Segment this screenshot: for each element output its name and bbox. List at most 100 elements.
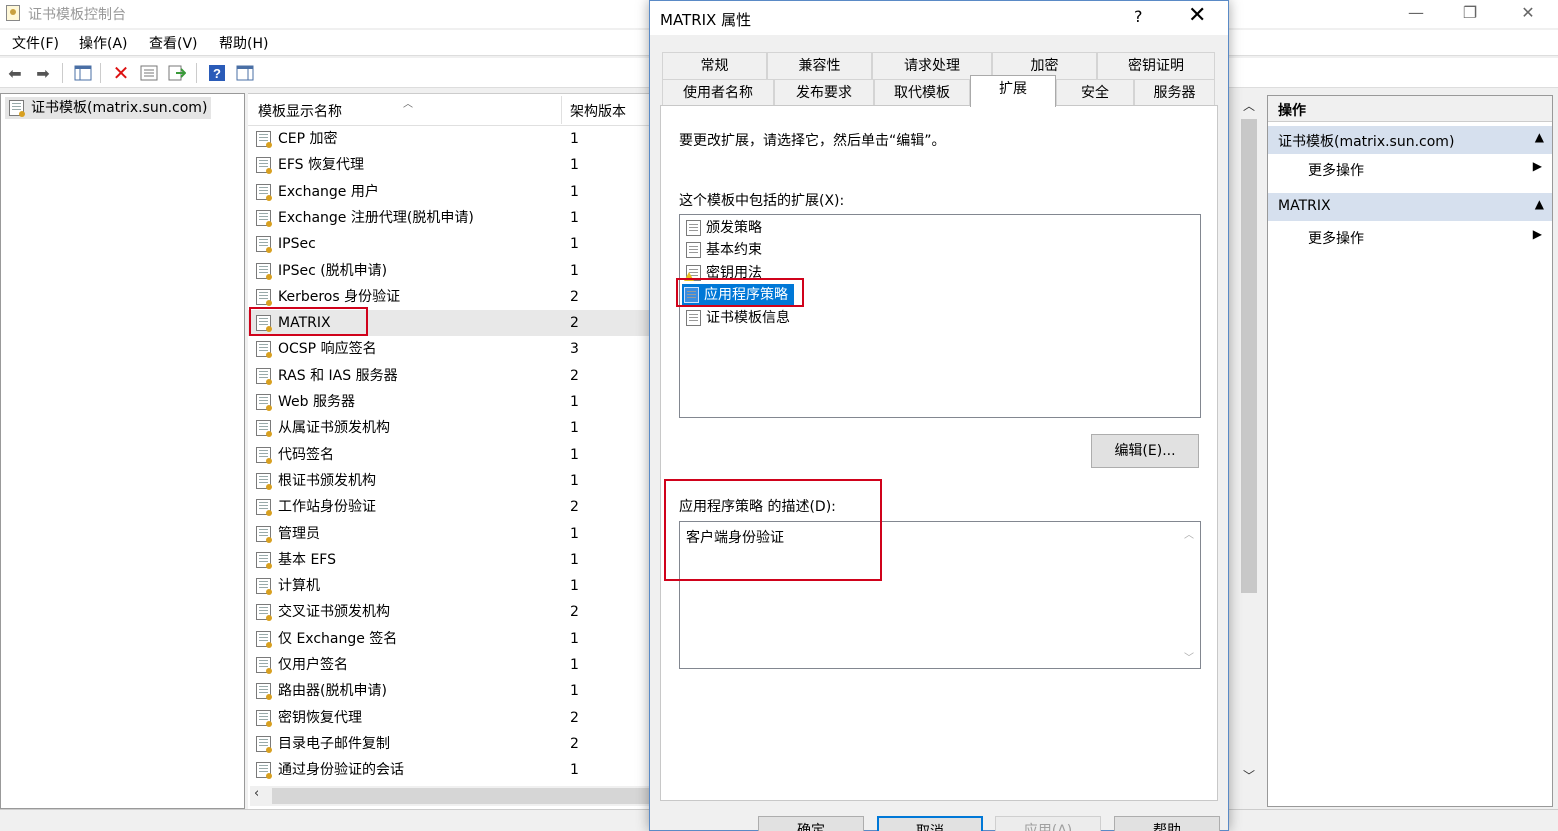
back-arrow-icon[interactable]: ⬅ <box>4 62 26 84</box>
table-row[interactable]: Kerberos 身份验证 2 <box>248 284 650 310</box>
minimize-button[interactable]: — <box>1394 2 1438 26</box>
scrollbar-thumb[interactable] <box>1241 119 1257 593</box>
scroll-up-icon[interactable]: ︿ <box>1243 97 1255 114</box>
horizontal-scrollbar[interactable]: ‹ <box>250 786 650 806</box>
tab-superseded-templates[interactable]: 取代模板 <box>874 79 970 107</box>
toolbar-separator <box>62 63 63 83</box>
column-header-template-name[interactable]: 模板显示名称 <box>258 101 342 121</box>
template-name: 通过身份验证的会话 <box>278 762 404 779</box>
tab-general[interactable]: 常规 <box>662 52 767 80</box>
cancel-button[interactable]: 取消 <box>877 816 983 831</box>
forward-arrow-icon[interactable]: ➡ <box>32 62 54 84</box>
certificate-template-icon <box>256 367 272 385</box>
table-row[interactable]: Web 服务器 1 <box>248 389 650 415</box>
table-row[interactable]: 计算机 1 <box>248 573 650 599</box>
table-row[interactable]: IPSec (脱机申请) 1 <box>248 258 650 284</box>
help-button[interactable]: 帮助 <box>1114 816 1220 831</box>
table-row[interactable]: MATRIX 2 <box>248 310 650 337</box>
properties-icon[interactable] <box>138 62 160 84</box>
show-hide-action-pane-icon[interactable] <box>234 62 256 84</box>
column-header-schema-version[interactable]: 架构版本 <box>570 101 626 121</box>
table-row[interactable]: 工作站身份验证 2 <box>248 494 650 520</box>
vertical-scrollbar[interactable]: ︿ ﹀ <box>1238 95 1260 789</box>
collapse-icon[interactable]: ▲ <box>1535 197 1544 211</box>
show-hide-tree-icon[interactable] <box>72 62 94 84</box>
extension-item-template-information[interactable]: 证书模板信息 <box>684 307 790 329</box>
tab-compatibility[interactable]: 兼容性 <box>767 52 872 80</box>
extension-item-issuance-policies[interactable]: 颁发策略 <box>684 217 762 239</box>
collapse-icon[interactable]: ▲ <box>1535 130 1544 144</box>
actions-section-matrix[interactable]: MATRIX ▲ <box>1268 193 1552 221</box>
table-row[interactable]: CEP 加密 1 <box>248 126 650 152</box>
table-row[interactable]: 基本 EFS 1 <box>248 547 650 573</box>
dialog-help-button[interactable]: ? <box>1134 7 1143 26</box>
template-name: Exchange 用户 <box>278 183 379 200</box>
table-row[interactable]: 仅 Exchange 签名 1 <box>248 626 650 652</box>
table-row[interactable]: OCSP 响应签名 3 <box>248 336 650 362</box>
extensions-listbox[interactable]: 颁发策略 基本约束 密钥用法 应用程序策略 证书模板信息 <box>679 214 1201 418</box>
scroll-down-icon: ﹀ <box>1184 653 1194 664</box>
menu-help[interactable]: 帮助(H) <box>219 33 268 53</box>
tab-security[interactable]: 安全 <box>1056 79 1134 107</box>
sort-ascending-icon: ︿ <box>403 99 413 110</box>
extension-item-basic-constraints[interactable]: 基本约束 <box>684 239 762 261</box>
scrollbar-thumb[interactable] <box>272 788 650 804</box>
table-row[interactable]: 从属证书颁发机构 1 <box>248 415 650 441</box>
dialog-title: MATRIX 属性 <box>660 11 752 29</box>
table-row[interactable]: 路由器(脱机申请) 1 <box>248 678 650 704</box>
menu-view[interactable]: 查看(V) <box>149 33 198 53</box>
tab-issuance-requirements[interactable]: 发布要求 <box>774 79 874 107</box>
certificate-template-icon <box>256 394 272 411</box>
tab-key-attestation[interactable]: 密钥证明 <box>1097 52 1215 80</box>
more-actions-item[interactable]: 更多操作 ▶ <box>1268 224 1552 250</box>
table-row[interactable]: EFS 恢复代理 1 <box>248 152 650 178</box>
table-row[interactable]: 密钥恢复代理 2 <box>248 705 650 731</box>
delete-icon[interactable]: ✕ <box>110 61 132 85</box>
menu-file[interactable]: 文件(F) <box>12 33 59 53</box>
table-row[interactable]: Exchange 注册代理(脱机申请) 1 <box>248 205 650 231</box>
extension-label: 基本约束 <box>706 242 762 258</box>
dialog-close-button[interactable]: ✕ <box>1188 3 1206 28</box>
actions-pane: 操作 证书模板(matrix.sun.com) ▲ 更多操作 ▶ MATRIX … <box>1267 95 1553 807</box>
schema-version: 1 <box>570 131 579 147</box>
column-divider[interactable] <box>561 96 562 124</box>
description-textbox[interactable]: 客户端身份验证 ︿ ﹀ <box>679 521 1201 669</box>
table-row[interactable]: 通过身份验证的会话 1 <box>248 757 650 783</box>
template-name: 路由器(脱机申请) <box>278 683 387 700</box>
extension-item-key-usage[interactable]: 密钥用法 <box>684 262 762 284</box>
tab-server[interactable]: 服务器 <box>1134 79 1215 107</box>
tab-subject-name[interactable]: 使用者名称 <box>662 79 774 107</box>
actions-section-certificate-templates[interactable]: 证书模板(matrix.sun.com) ▲ <box>1268 126 1552 154</box>
table-row[interactable]: 交叉证书颁发机构 2 <box>248 599 650 625</box>
table-row[interactable]: Exchange 用户 1 <box>248 179 650 205</box>
table-row[interactable]: IPSec 1 <box>248 231 650 257</box>
schema-version: 2 <box>570 367 579 384</box>
tree-item-certificate-templates[interactable]: 证书模板(matrix.sun.com) <box>5 97 212 119</box>
table-row[interactable]: 目录电子邮件复制 2 <box>248 731 650 757</box>
extension-label: 颁发策略 <box>706 220 762 236</box>
close-button[interactable]: ✕ <box>1506 2 1550 26</box>
tab-extensions[interactable]: 扩展 <box>970 75 1056 107</box>
certificate-template-icon <box>256 236 272 254</box>
edit-button[interactable]: 编辑(E)... <box>1091 434 1199 468</box>
export-icon[interactable] <box>166 62 188 84</box>
extension-item-application-policies[interactable]: 应用程序策略 <box>682 284 794 306</box>
apply-button[interactable]: 应用(A) <box>995 816 1101 831</box>
scroll-left-icon[interactable]: ‹ <box>254 786 259 801</box>
more-actions-item[interactable]: 更多操作 ▶ <box>1268 156 1552 182</box>
schema-version: 1 <box>570 630 579 647</box>
schema-version: 1 <box>570 762 579 779</box>
template-name: IPSec <box>278 236 316 253</box>
toolbar-separator <box>100 63 101 83</box>
help-icon[interactable]: ? <box>206 62 228 84</box>
table-row[interactable]: 管理员 1 <box>248 521 650 547</box>
ok-button[interactable]: 确定 <box>758 816 864 831</box>
table-row[interactable]: 仅用户签名 1 <box>248 652 650 678</box>
maximize-button[interactable]: ❐ <box>1448 2 1492 26</box>
menu-action[interactable]: 操作(A) <box>79 33 128 53</box>
table-row[interactable]: 代码签名 1 <box>248 442 650 468</box>
scroll-down-icon[interactable]: ﹀ <box>1243 767 1255 784</box>
table-row[interactable]: 根证书颁发机构 1 <box>248 468 650 494</box>
table-row[interactable]: RAS 和 IAS 服务器 2 <box>248 363 650 389</box>
extensions-panel: 要更改扩展，请选择它，然后单击“编辑”。 这个模板中包括的扩展(X): 颁发策略… <box>660 105 1218 801</box>
